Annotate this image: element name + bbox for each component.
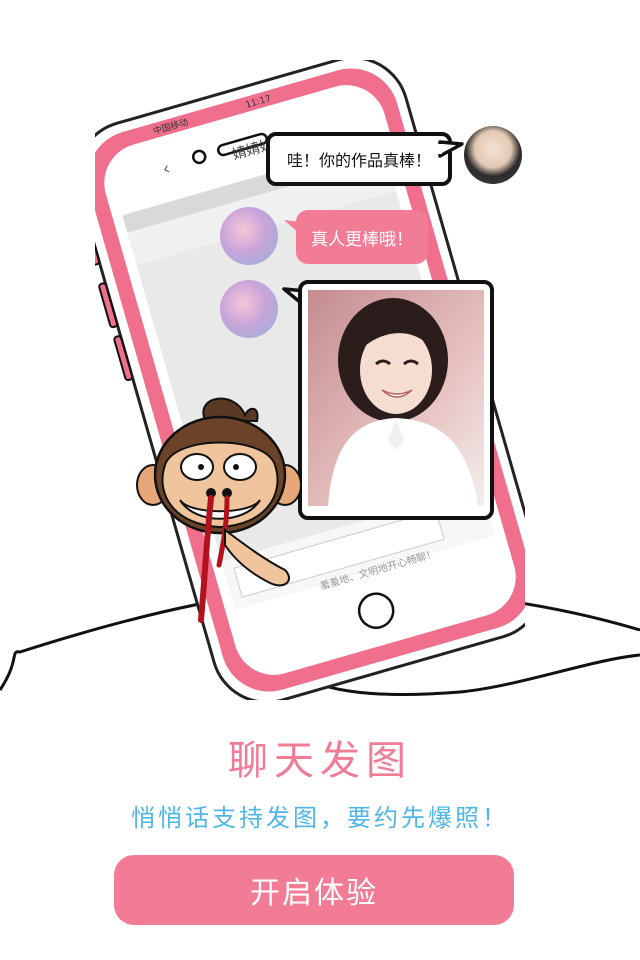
feature-title: 聊天发图 bbox=[228, 738, 412, 784]
outgoing-message-bubble: 真人更棒哦！ bbox=[296, 210, 428, 264]
bubble-tail bbox=[438, 140, 464, 158]
sender-avatar[interactable] bbox=[464, 126, 522, 184]
image-message-bubble[interactable] bbox=[298, 280, 494, 520]
photo-image bbox=[308, 290, 484, 506]
my-avatar[interactable] bbox=[220, 207, 278, 265]
feature-subtitle: 悄悄话支持发图，要约先爆照！ bbox=[131, 804, 509, 832]
incoming-message-text: 哇！你的作品真棒！ bbox=[286, 151, 431, 170]
incoming-message-bubble: 哇！你的作品真棒！ bbox=[266, 132, 452, 186]
start-experience-button[interactable]: 开启体验 bbox=[114, 855, 514, 925]
outgoing-message-text: 真人更棒哦！ bbox=[311, 229, 413, 250]
monkey-mascot bbox=[136, 397, 302, 623]
my-avatar[interactable] bbox=[220, 280, 278, 338]
